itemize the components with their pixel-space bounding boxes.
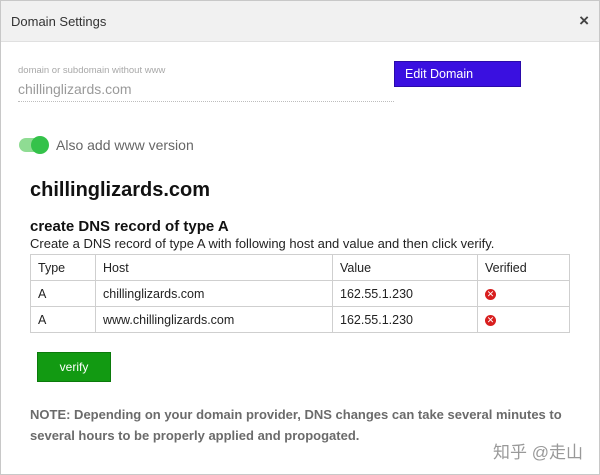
edit-domain-button[interactable]: Edit Domain bbox=[394, 61, 521, 87]
dns-record-heading: create DNS record of type A bbox=[30, 218, 229, 235]
table-header-row: Type Host Value Verified bbox=[30, 254, 570, 281]
domain-settings-dialog: Domain Settings × domain or subdomain wi… bbox=[0, 0, 600, 475]
cell-type: A bbox=[30, 280, 96, 307]
cell-verified: ✕ bbox=[477, 306, 570, 333]
cell-type: A bbox=[30, 306, 96, 333]
domain-field-label: domain or subdomain without www bbox=[18, 65, 166, 76]
domain-input[interactable] bbox=[18, 79, 388, 99]
table-row: A www.chillinglizards.com 162.55.1.230 ✕ bbox=[30, 306, 570, 333]
column-header-host: Host bbox=[95, 254, 333, 281]
dialog-title: Domain Settings bbox=[11, 14, 107, 29]
cell-value: 162.55.1.230 bbox=[332, 280, 478, 307]
toggle-knob bbox=[31, 136, 49, 154]
table-row: A chillinglizards.com 162.55.1.230 ✕ bbox=[30, 280, 570, 307]
column-header-value: Value bbox=[332, 254, 478, 281]
www-toggle[interactable] bbox=[19, 136, 49, 154]
error-x-icon: ✕ bbox=[485, 288, 496, 300]
dns-record-description: Create a DNS record of type A with follo… bbox=[30, 236, 495, 251]
column-header-type: Type bbox=[30, 254, 96, 281]
error-x-icon: ✕ bbox=[485, 314, 496, 326]
watermark: 知乎 @走山 bbox=[493, 443, 583, 462]
close-icon[interactable]: × bbox=[579, 11, 589, 31]
cell-value: 162.55.1.230 bbox=[332, 306, 478, 333]
verify-button[interactable]: verify bbox=[37, 352, 111, 382]
domain-heading: chillinglizards.com bbox=[30, 179, 211, 201]
cell-host: chillinglizards.com bbox=[95, 280, 333, 307]
domain-field: domain or subdomain without www bbox=[18, 65, 394, 102]
dns-record-table: Type Host Value Verified A chillinglizar… bbox=[30, 254, 570, 333]
cell-host: www.chillinglizards.com bbox=[95, 306, 333, 333]
cell-verified: ✕ bbox=[477, 280, 570, 307]
www-toggle-label: Also add www version bbox=[56, 137, 194, 153]
dialog-titlebar: Domain Settings × bbox=[1, 1, 599, 42]
column-header-verified: Verified bbox=[477, 254, 570, 281]
